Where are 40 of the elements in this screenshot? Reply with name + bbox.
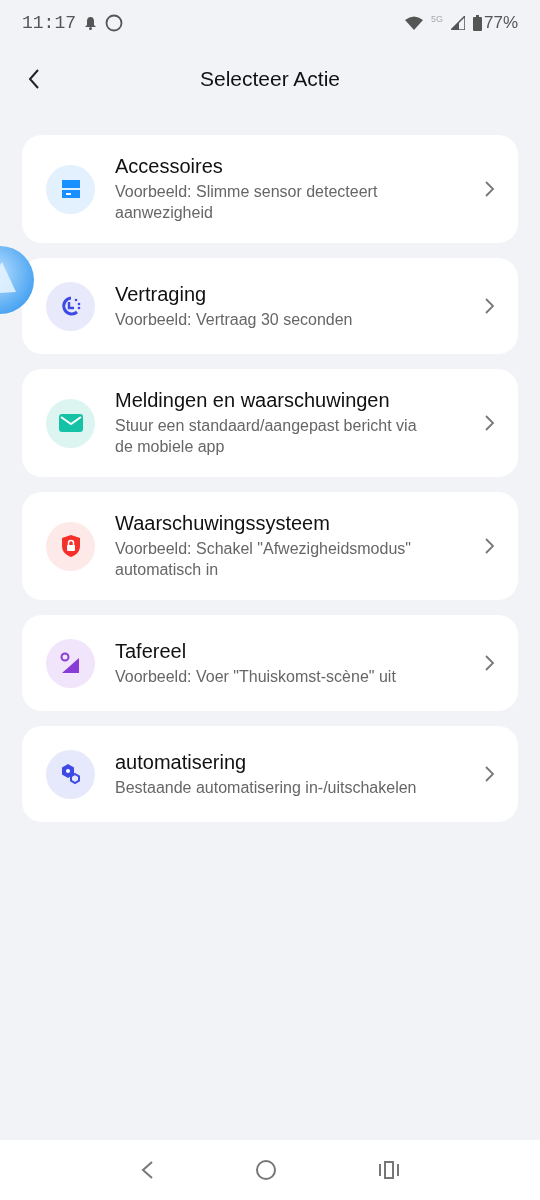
back-nav-icon[interactable] <box>140 1160 155 1180</box>
battery-level: 77% <box>483 13 518 33</box>
circle-icon <box>105 14 123 32</box>
action-title: Tafereel <box>115 639 188 663</box>
chevron-icon <box>484 765 496 783</box>
envelope-icon <box>58 413 83 433</box>
home-nav-icon[interactable] <box>255 1159 277 1181</box>
storage-icon <box>59 178 82 200</box>
action-title: Vertraging <box>115 282 208 306</box>
shield-lock-icon <box>60 534 81 558</box>
action-card[interactable]: Waarschuwingssysteem Voorbeeld: Schakel "Afwezigheidsmodus" automatisch in <box>22 492 518 600</box>
page-title: Selecteer Actie <box>199 67 341 91</box>
action-card[interactable]: Meldingen en waarschuwingen Stuur een standaard/aangepast bericht via de mobiele app <box>22 369 518 477</box>
back-button[interactable] <box>28 69 40 89</box>
action-description: Voorbeeld: Schakel "Afwezigheidsmodus" automatisch in <box>115 539 412 580</box>
action-title: Meldingen en waarschuwingen <box>115 389 391 412</box>
chevron-icon <box>484 180 496 198</box>
wifi-icon <box>404 16 423 30</box>
action-card[interactable]: Tafereel Voorbeeld: Voer "Thuiskomst-scène" uit <box>22 615 518 711</box>
action-title: Accessoires <box>115 155 224 178</box>
status-time: 11:17 <box>22 13 76 33</box>
action-description: Bestaande automatisering in-/uitschakelen <box>115 777 418 798</box>
bell-icon <box>84 16 97 30</box>
action-description: Voorbeeld: Voer "Thuiskomst-scène" uit <box>115 666 397 687</box>
action-card[interactable]: automatisering Bestaande automatisering in-/uitschakelen <box>22 726 518 822</box>
action-description: Voorbeeld: Vertraag 30 seconden <box>115 309 354 330</box>
signal-icon <box>450 16 465 30</box>
action-card[interactable]: Accessoires Voorbeeld: Slimme sensor detecteert aanwezigheid <box>22 135 518 243</box>
action-title: automatisering <box>115 750 248 774</box>
action-description: Voorbeeld: Slimme sensor detecteert aanwezigheid <box>115 182 379 223</box>
action-description: Stuur een standaard/aangepast bericht via de mobiele app <box>115 416 418 457</box>
battery-icon <box>472 15 482 31</box>
network-type: 5G <box>430 14 443 24</box>
chevron-icon <box>484 414 496 432</box>
recents-nav-icon[interactable] <box>377 1161 400 1179</box>
action-card[interactable]: Vertraging Voorbeeld: Vertraag 30 seconden <box>22 258 518 354</box>
chevron-icon <box>484 297 496 315</box>
chevron-icon <box>484 537 496 555</box>
action-title: Waarschuwingssysteem <box>115 512 331 535</box>
chevron-icon <box>484 654 496 672</box>
